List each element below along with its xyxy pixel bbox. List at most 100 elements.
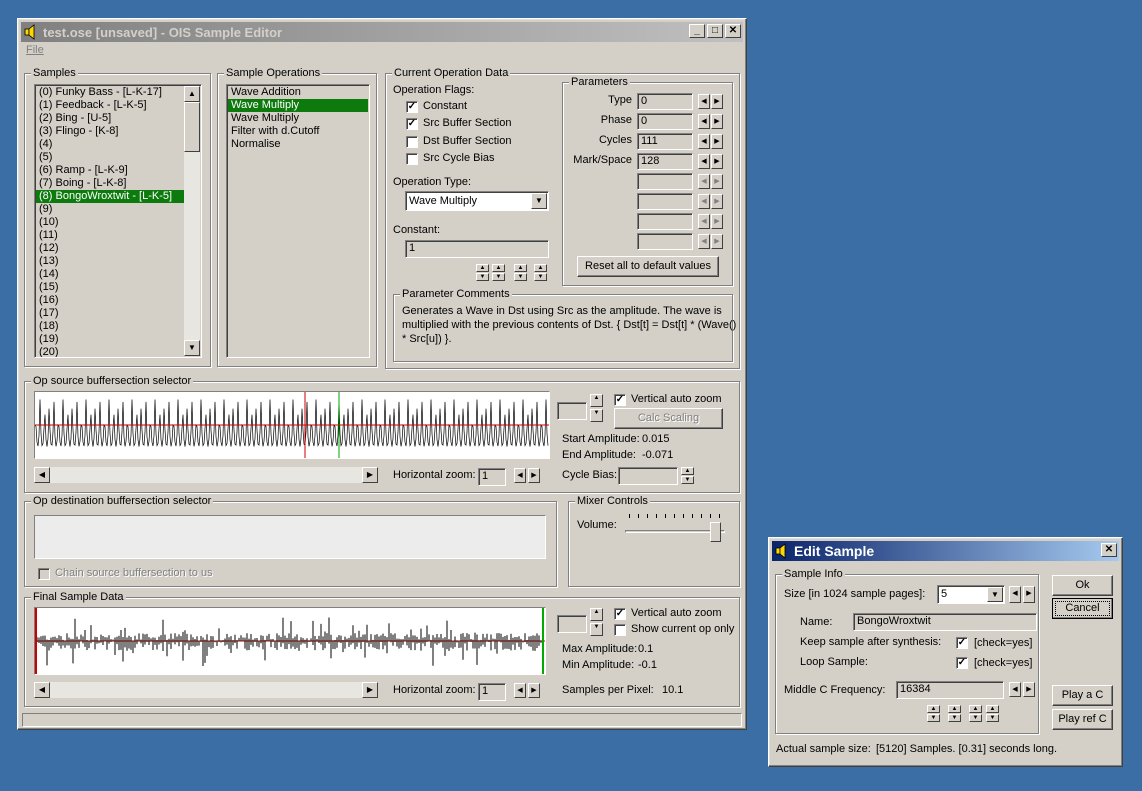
flag-dst-checkbox[interactable] <box>406 136 418 148</box>
midc-spin-down-3[interactable]: ▼ <box>969 714 982 722</box>
scroll-up-button[interactable]: ▲ <box>184 86 200 102</box>
final-vzoom-checkbox[interactable]: ✓ <box>614 608 626 620</box>
flag-srccycle-checkbox[interactable] <box>406 153 418 165</box>
scroll-left-button[interactable]: ◀ <box>34 467 50 483</box>
param-inc-button[interactable]: ▶ <box>711 174 723 189</box>
keep-checkbox[interactable]: ✓ <box>956 637 968 649</box>
close-button[interactable]: ✕ <box>725 24 741 38</box>
midc-spin-up-4[interactable]: ▲ <box>986 705 999 713</box>
constant-input[interactable]: 1 <box>405 240 549 258</box>
name-input[interactable]: BongoWroxtwit <box>853 613 1037 631</box>
param-dec-button[interactable]: ◀ <box>698 174 710 189</box>
cancel-button[interactable]: Cancel <box>1052 598 1113 619</box>
src-waveform[interactable] <box>34 391 550 459</box>
spin-up-3[interactable]: ▲ <box>514 264 527 272</box>
src-swatch-up[interactable]: ▲ <box>590 394 603 407</box>
cycle-bias-down[interactable]: ▼ <box>681 476 694 484</box>
spin-up-1[interactable]: ▲ <box>476 264 489 272</box>
midc-dec[interactable]: ◀ <box>1009 682 1021 697</box>
scroll-down-button[interactable]: ▼ <box>184 340 200 356</box>
sample-list-item[interactable]: (13) <box>36 255 184 268</box>
dst-waveform[interactable] <box>34 515 546 559</box>
scroll-right-button[interactable]: ▶ <box>362 467 378 483</box>
param-dec-button[interactable]: ◀ <box>698 194 710 209</box>
param-value-input[interactable]: 0 <box>637 93 693 110</box>
midc-spin-down-2[interactable]: ▼ <box>948 714 961 722</box>
midc-spin-up-3[interactable]: ▲ <box>969 705 982 713</box>
sample-list-item[interactable]: (17) <box>36 307 184 320</box>
spin-down-4[interactable]: ▼ <box>534 273 547 281</box>
sample-list-item[interactable]: (18) <box>36 320 184 333</box>
param-inc-button[interactable]: ▶ <box>711 114 723 129</box>
sample-list-item[interactable]: (20) <box>36 346 184 357</box>
sample-list-item[interactable]: (12) <box>36 242 184 255</box>
maximize-button[interactable]: □ <box>707 24 723 38</box>
sample-list-item[interactable]: (14) <box>36 268 184 281</box>
midc-spin-down-1[interactable]: ▼ <box>927 714 940 722</box>
cycle-bias-up[interactable]: ▲ <box>681 467 694 475</box>
param-dec-button[interactable]: ◀ <box>698 234 710 249</box>
spin-down-1[interactable]: ▼ <box>476 273 489 281</box>
param-value-input[interactable]: 128 <box>637 153 693 170</box>
param-value-input[interactable] <box>637 213 693 230</box>
optype-select[interactable]: Wave Multiply ▼ <box>405 191 549 211</box>
loop-checkbox[interactable]: ✓ <box>956 657 968 669</box>
main-titlebar[interactable]: test.ose [unsaved] - OIS Sample Editor _… <box>21 22 743 42</box>
size-dec[interactable]: ◀ <box>1009 586 1021 603</box>
param-inc-button[interactable]: ▶ <box>711 214 723 229</box>
flag-constant-checkbox[interactable]: ✓ <box>406 101 418 113</box>
sample-list-item[interactable]: (10) <box>36 216 184 229</box>
sample-list-item[interactable]: (19) <box>36 333 184 346</box>
param-dec-button[interactable]: ◀ <box>698 134 710 149</box>
src-swatch-down[interactable]: ▼ <box>590 409 603 422</box>
param-inc-button[interactable]: ▶ <box>711 94 723 109</box>
final-swatch-down[interactable]: ▼ <box>590 623 603 636</box>
sample-list-item[interactable]: (9) <box>36 203 184 216</box>
volume-thumb[interactable] <box>710 522 721 542</box>
chevron-down-icon[interactable]: ▼ <box>987 587 1003 602</box>
param-value-input[interactable] <box>637 173 693 190</box>
sample-list-item[interactable]: (4) <box>36 138 184 151</box>
chevron-down-icon[interactable]: ▼ <box>531 193 547 209</box>
sample-list-item[interactable]: (1) Feedback - [L-K-5] <box>36 99 184 112</box>
scroll-right-button[interactable]: ▶ <box>362 682 378 698</box>
operation-list-item[interactable]: Wave Multiply <box>228 112 368 125</box>
spin-up-4[interactable]: ▲ <box>534 264 547 272</box>
sample-list-item[interactable]: (2) Bing - [U-5] <box>36 112 184 125</box>
src-hzoom-input[interactable]: 1 <box>478 468 506 486</box>
param-value-input[interactable] <box>637 193 693 210</box>
sample-list-item[interactable]: (11) <box>36 229 184 242</box>
size-select[interactable]: 5 ▼ <box>937 585 1005 604</box>
sample-list-item[interactable]: (5) <box>36 151 184 164</box>
sample-list-item[interactable]: (6) Ramp - [L-K-9] <box>36 164 184 177</box>
src-hzoom-dec[interactable]: ◀ <box>514 468 526 483</box>
operation-list-item[interactable]: Filter with d.Cutoff <box>228 125 368 138</box>
samples-list[interactable]: (0) Funky Bass - [L-K-17] (1) Feedback - … <box>34 84 202 358</box>
midc-spin-up-1[interactable]: ▲ <box>927 705 940 713</box>
minimize-button[interactable]: _ <box>689 24 705 38</box>
sample-list-item[interactable]: (8) BongoWroxtwit - [L-K-5] <box>36 190 184 203</box>
src-hzoom-inc[interactable]: ▶ <box>528 468 540 483</box>
final-hzoom-inc[interactable]: ▶ <box>528 683 540 698</box>
operation-list-item[interactable]: Wave Multiply <box>228 99 368 112</box>
operation-list-item[interactable]: Normalise <box>228 138 368 151</box>
param-dec-button[interactable]: ◀ <box>698 154 710 169</box>
scroll-thumb[interactable] <box>184 102 200 152</box>
param-inc-button[interactable]: ▶ <box>711 194 723 209</box>
scroll-left-button[interactable]: ◀ <box>34 682 50 698</box>
param-inc-button[interactable]: ▶ <box>711 154 723 169</box>
param-dec-button[interactable]: ◀ <box>698 94 710 109</box>
midc-input[interactable]: 16384 <box>896 681 1004 699</box>
final-waveform[interactable] <box>34 607 546 675</box>
dialog-close-button[interactable]: ✕ <box>1101 543 1117 557</box>
sample-list-item[interactable]: (15) <box>36 281 184 294</box>
final-hzoom-input[interactable]: 1 <box>478 683 506 701</box>
play-c-button[interactable]: Play a C <box>1052 685 1113 706</box>
final-hscrollbar[interactable]: ◀ ▶ <box>34 682 378 698</box>
param-value-input[interactable]: 111 <box>637 133 693 150</box>
param-value-input[interactable] <box>637 233 693 250</box>
sample-list-item[interactable]: (7) Boing - [L-K-8] <box>36 177 184 190</box>
midc-inc[interactable]: ▶ <box>1023 682 1035 697</box>
calc-scaling-button[interactable]: Calc Scaling <box>614 408 723 429</box>
reset-defaults-button[interactable]: Reset all to default values <box>577 256 719 277</box>
